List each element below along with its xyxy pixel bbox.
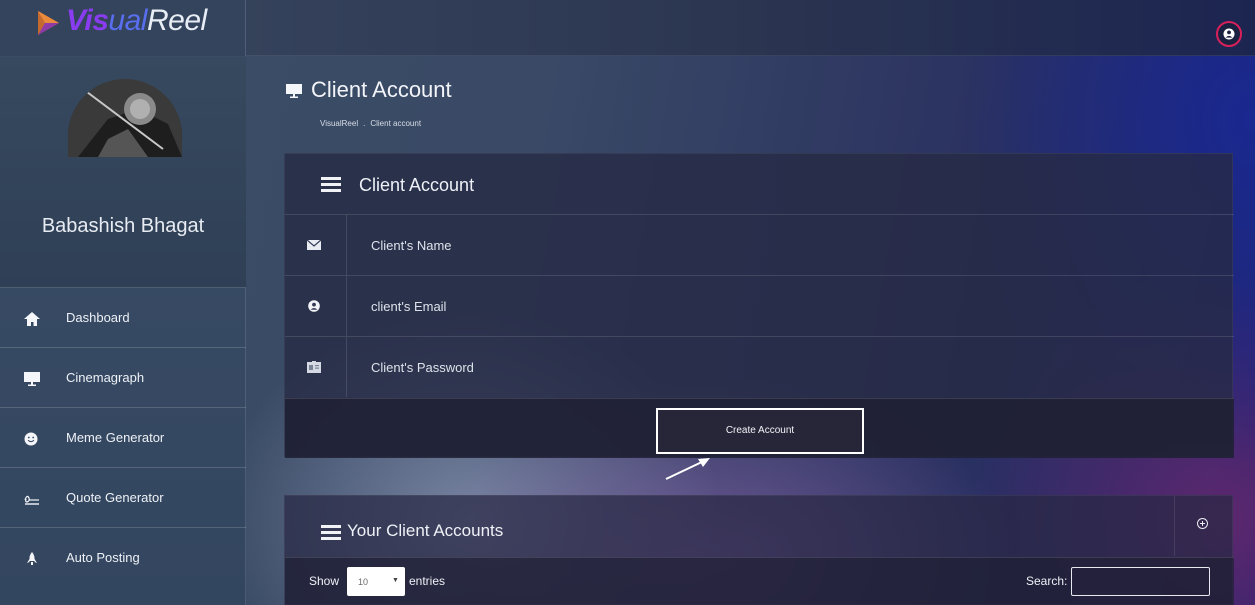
signature-icon	[24, 495, 39, 505]
plus-circle-icon	[1197, 518, 1208, 529]
pointer-arrow-icon	[665, 458, 710, 480]
sidebar-item-meme-generator[interactable]: Meme Generator	[0, 407, 246, 467]
envelope-icon	[307, 239, 321, 250]
breadcrumb: VisualReel. Client account	[320, 119, 421, 128]
client-password-input[interactable]	[347, 337, 1234, 397]
sidebar-item-dashboard[interactable]: Dashboard	[0, 287, 246, 347]
profile-section: Babashish Bhagat	[0, 57, 246, 288]
avatar[interactable]	[68, 79, 182, 157]
rocket-icon	[27, 552, 37, 565]
client-email-input[interactable]	[347, 276, 1234, 336]
logo[interactable]: VisualReel	[0, 0, 246, 56]
page-title: Client Account	[311, 77, 452, 102]
breadcrumb-item-home[interactable]: VisualReel	[320, 119, 358, 128]
sidebar-item-auto-posting[interactable]: Auto Posting	[0, 527, 246, 587]
menu-icon	[321, 177, 341, 192]
monitor-icon	[24, 372, 40, 386]
play-logo-icon	[38, 11, 59, 35]
monitor-icon	[286, 84, 302, 98]
sidebar-item-label: Quote Generator	[66, 490, 164, 505]
search-label: Search:	[1026, 574, 1068, 588]
search-input[interactable]	[1071, 567, 1210, 596]
form-footer: Create Account	[285, 398, 1234, 458]
create-account-button[interactable]: Create Account	[656, 408, 864, 454]
entries-value: 10	[358, 577, 369, 587]
top-bar: VisualReel	[0, 0, 1255, 56]
smiley-icon	[24, 432, 38, 446]
panel-header: Client Account	[285, 154, 1234, 214]
home-icon	[24, 312, 40, 326]
breadcrumb-separator: .	[363, 119, 366, 128]
sidebar-item-quote-generator[interactable]: Quote Generator	[0, 467, 246, 527]
sidebar-item-label: Auto Posting	[66, 550, 140, 565]
collapse-toggle[interactable]	[1174, 496, 1234, 556]
menu-icon	[321, 525, 341, 540]
sidebar-item-label: Dashboard	[66, 310, 130, 325]
client-password-row	[285, 336, 1234, 397]
client-name-input[interactable]	[347, 215, 1234, 275]
show-label: Show	[309, 574, 340, 588]
brand-name: VisualReel	[66, 4, 207, 38]
id-card-icon	[307, 361, 321, 373]
user-icon	[308, 300, 320, 312]
client-accounts-panel: Your Client Accounts Show 10 ▼ entries S…	[284, 495, 1234, 605]
client-name-row	[285, 214, 1234, 275]
caret-down-icon: ▼	[392, 577, 399, 584]
client-email-row	[285, 275, 1234, 336]
sidebar-item-cinemagraph[interactable]: Cinemagraph	[0, 347, 246, 407]
panel-title: Client Account	[359, 175, 475, 195]
avatar-image	[68, 79, 182, 157]
breadcrumb-item-current: Client account	[370, 119, 422, 128]
sidebar-item-label: Meme Generator	[66, 430, 165, 445]
field-icon-cell	[285, 215, 347, 275]
panel-title: Your Client Accounts	[347, 521, 504, 540]
brand-part-3: Reel	[146, 4, 207, 37]
client-account-form-panel: Client Account Client's Name client's Em…	[284, 153, 1234, 458]
sidebar: Babashish Bhagat Dashboard Cinemagraph M…	[0, 57, 246, 605]
user-menu-button[interactable]	[1216, 21, 1242, 47]
field-icon-cell	[285, 276, 347, 336]
user-name: Babashish Bhagat	[41, 215, 205, 237]
entries-select[interactable]: 10 ▼	[347, 567, 405, 596]
brand-part-1: Vis	[66, 4, 109, 37]
sidebar-nav: Dashboard Cinemagraph Meme Generator Quo…	[0, 287, 246, 587]
brand-part-2: ual	[108, 4, 147, 37]
sidebar-item-label: Cinemagraph	[66, 370, 145, 385]
field-icon-cell	[285, 337, 347, 397]
table-controls: Show 10 ▼ entries Search:	[285, 557, 1234, 605]
user-icon	[1223, 28, 1235, 40]
entries-label: entries	[409, 574, 446, 588]
